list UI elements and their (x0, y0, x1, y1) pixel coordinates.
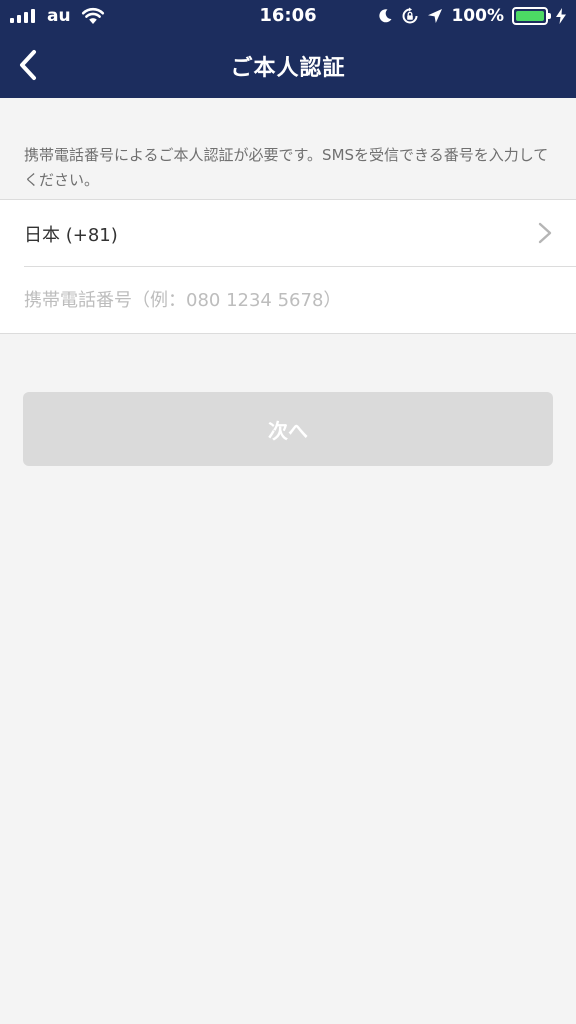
charging-bolt-icon (556, 8, 566, 24)
page-title: ご本人認証 (230, 56, 346, 81)
phone-form: 日本 (+81) (0, 199, 576, 334)
instruction-text: 携帯電話番号によるご本人認証が必要です。SMSを受信できる番号を入力してください… (24, 146, 549, 189)
location-arrow-icon (428, 9, 443, 23)
battery-fill (516, 11, 544, 21)
status-bar: au 16:06 100% (0, 0, 576, 32)
battery-icon (512, 7, 551, 25)
app-root: au 16:06 100% ご本人認証 携帯電話番号によるご本人認証が必要です。… (0, 0, 576, 1024)
country-code-label: 日本 (+81) (24, 225, 118, 246)
battery-percent: 100% (451, 6, 504, 26)
status-right: 100% (377, 5, 566, 27)
phone-number-input[interactable] (0, 267, 576, 333)
chevron-right-icon (538, 222, 552, 244)
moon-icon (379, 9, 392, 23)
rotation-lock-icon (402, 7, 418, 24)
top-bar: au 16:06 100% ご本人認証 (0, 0, 576, 98)
next-button[interactable]: 次へ (23, 392, 553, 466)
country-selector[interactable]: 日本 (+81) (0, 200, 576, 267)
navigation-bar: ご本人認証 (0, 32, 576, 98)
